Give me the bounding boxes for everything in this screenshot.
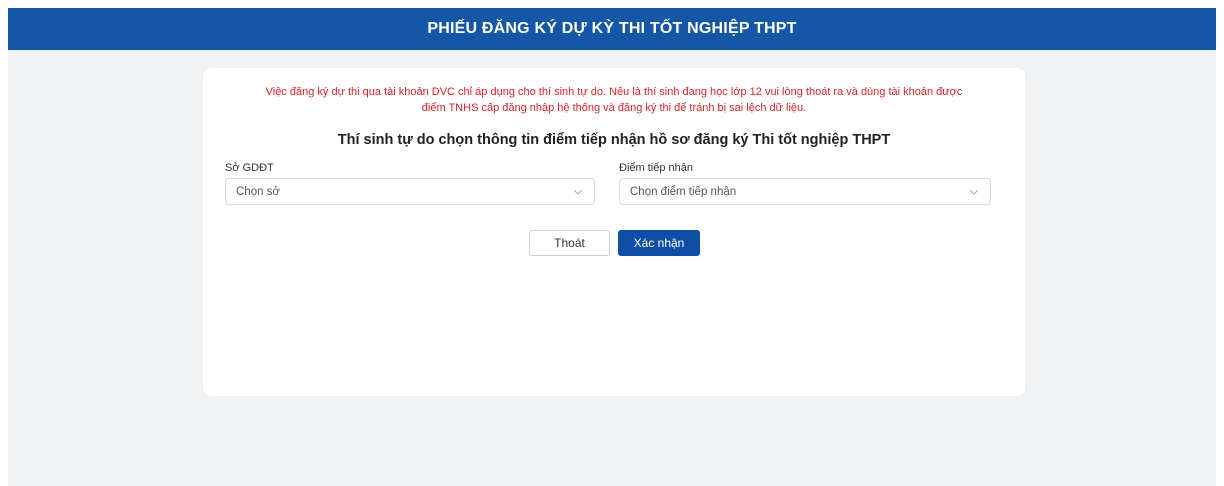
registration-card: Việc đăng ký dự thi qua tài khoản DVC ch… — [203, 68, 1025, 396]
confirm-button[interactable]: Xác nhận — [618, 230, 700, 256]
form-title: Thí sinh tự do chọn thông tin điểm tiếp … — [337, 132, 891, 148]
reception-point-select-placeholder: Chọn điểm tiếp nhận — [630, 185, 737, 198]
page-header: PHIẾU ĐĂNG KÝ DỰ KỲ THI TỐT NGHIỆP THPT — [8, 8, 1216, 50]
reception-point-label: Điểm tiếp nhận — [619, 162, 693, 174]
chevron-down-icon — [572, 186, 584, 198]
page-background: PHIẾU ĐĂNG KÝ DỰ KỲ THI TỐT NGHIỆP THPT … — [8, 8, 1216, 486]
page-title: PHIẾU ĐĂNG KÝ DỰ KỲ THI TỐT NGHIỆP THPT — [427, 20, 797, 37]
reception-point-select[interactable]: Chọn điểm tiếp nhận — [619, 178, 991, 205]
department-label: Sở GDĐT — [225, 162, 274, 174]
department-select[interactable]: Chọn sở — [225, 178, 595, 205]
warning-notice: Việc đăng ký dự thi qua tài khoản DVC ch… — [223, 84, 1005, 116]
warning-notice-line-2: điểm TNHS cấp đăng nhập hệ thống và đăng… — [421, 102, 807, 114]
cancel-button[interactable]: Thoát — [529, 230, 610, 256]
chevron-down-icon — [968, 186, 980, 198]
department-select-placeholder: Chọn sở — [236, 185, 280, 198]
warning-notice-line-1: Việc đăng ký dự thi qua tài khoản DVC ch… — [265, 86, 963, 98]
